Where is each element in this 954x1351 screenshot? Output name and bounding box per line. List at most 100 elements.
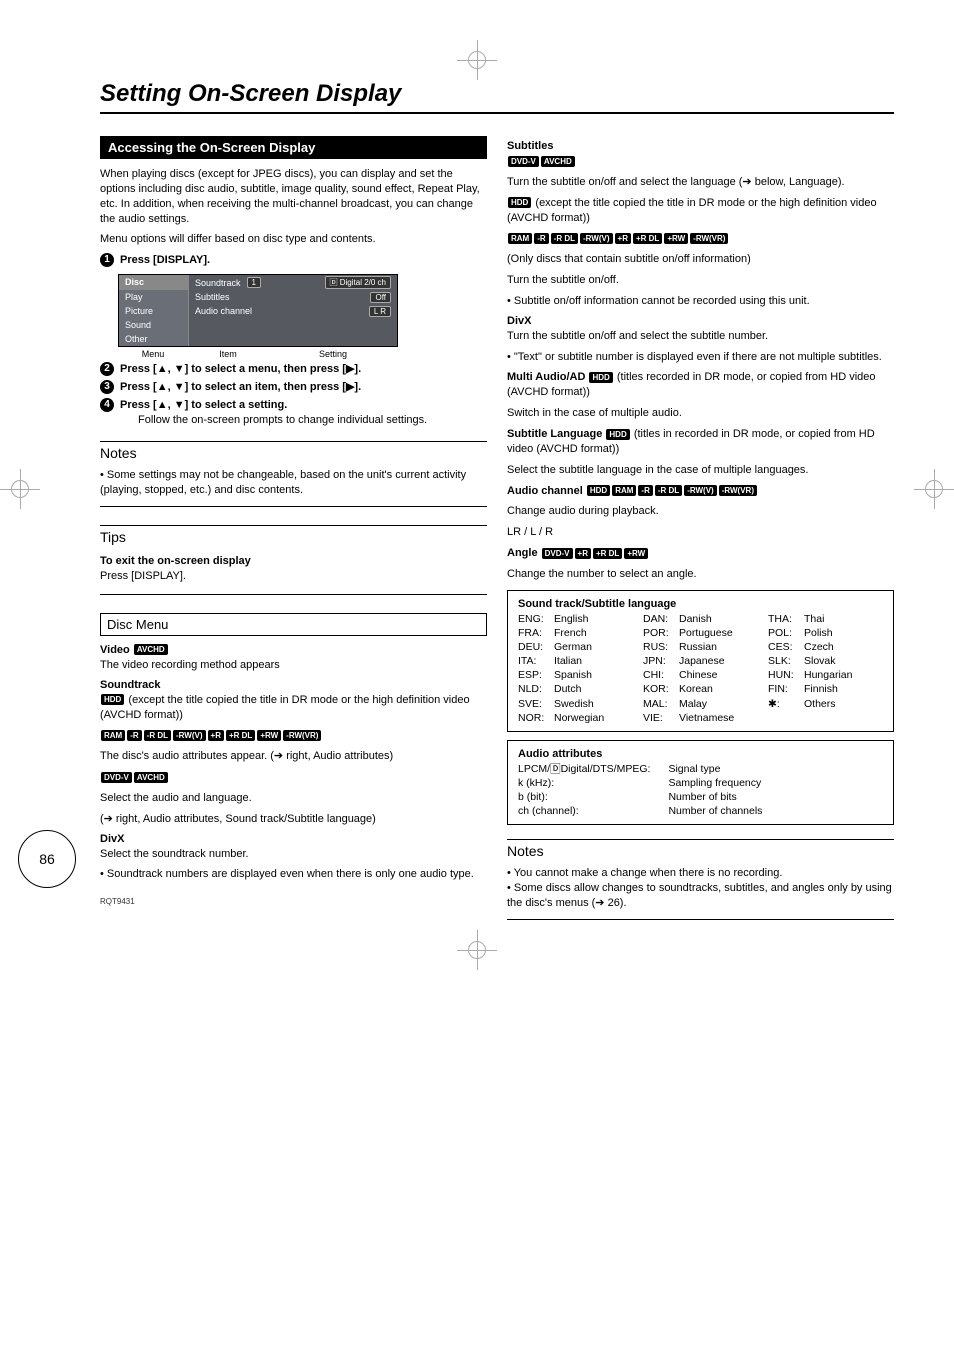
divx-line-1-left: Select the soundtrack number. [100, 847, 487, 862]
audio-attr-right-col: Signal typeSampling frequencyNumber of b… [668, 762, 762, 819]
left-column: Accessing the On-Screen Display When pla… [100, 136, 487, 938]
disc-format-tag: -RW(VR) [690, 233, 728, 244]
multi-audio-block: Multi Audio/AD HDD (titles recorded in D… [507, 370, 894, 400]
disc-format-tag: -R [638, 485, 652, 496]
subtitles-line-2: (Only discs that contain subtitle on/off… [507, 252, 894, 267]
angle-line-1: Change the number to select an angle. [507, 567, 894, 582]
soundtrack-crossref-line: (➔ right, Audio attributes, Sound track/… [100, 812, 487, 827]
disc-format-tag: +RW [624, 548, 648, 559]
disc-format-tag: +RW [664, 233, 688, 244]
language-row: ITA:Italian [518, 654, 633, 668]
osd-menu-other: Other [119, 332, 189, 346]
osd-soundtrack-label: Soundtrack [195, 278, 241, 288]
disc-format-tag: DVD-V [508, 156, 539, 167]
osd-subtitles-value: Off [370, 292, 391, 303]
step-number-2-icon: 2 [100, 362, 114, 376]
tips-header: Tips [100, 526, 487, 548]
disc-format-tag: +R DL [593, 548, 622, 559]
disc-format-tag: -RW(VR) [719, 485, 757, 496]
osd-soundtrack-format: 🄳 Digital 2/0 ch [325, 276, 391, 289]
tag-avchd: AVCHD [134, 644, 168, 655]
footer-code: RQT9431 [100, 897, 135, 906]
disc-format-tag: -R [127, 730, 141, 741]
tag-hdd: HDD [101, 694, 124, 705]
disc-format-tag: -RW(V) [173, 730, 206, 741]
subtitles-heading: Subtitles [507, 140, 894, 152]
subtitles-line-4: • Subtitle on/off information cannot be … [507, 294, 894, 309]
language-row: JPN:Japanese [643, 654, 758, 668]
language-column: THA:ThaiPOL:PolishCES:CzechSLK:SlovakHUN… [768, 612, 883, 725]
osd-axis-labels: Menu Item Setting [118, 349, 398, 359]
osd-audio-channel-value: L R [369, 306, 391, 317]
language-row: ✱:Others [768, 697, 883, 711]
language-row: ESP:Spanish [518, 668, 633, 682]
audio-channel-line-1: Change audio during playback. [507, 504, 894, 519]
language-row: CHI:Chinese [643, 668, 758, 682]
audio-attributes-box: Audio attributes LPCM/🄳Digital/DTS/MPEG:… [507, 740, 894, 826]
disc-format-tag: +R DL [226, 730, 255, 741]
disc-format-tag: +R [615, 233, 631, 244]
language-column: ENG:EnglishFRA:FrenchDEU:GermanITA:Itali… [518, 612, 633, 725]
disc-format-tag: -RW(V) [580, 233, 613, 244]
angle-block: Angle DVD-V+R+R DL+RW [507, 546, 894, 561]
tag-hdd-sub: HDD [508, 197, 531, 208]
divx-line-2-left: • Soundtrack numbers are displayed even … [100, 867, 487, 882]
osd-label-item: Item [188, 349, 268, 359]
subtitles-line-1: Turn the subtitle on/off and select the … [507, 175, 894, 190]
disc-format-tag: +R [208, 730, 224, 741]
step-number-4-icon: 4 [100, 398, 114, 412]
disc-format-tag: -RW(VR) [283, 730, 321, 741]
video-description: The video recording method appears [100, 658, 487, 673]
audio-attr-left-col: LPCM/🄳Digital/DTS/MPEG:k (kHz):b (bit):c… [518, 762, 650, 819]
notes-right-line-2: • Some discs allow changes to soundtrack… [507, 881, 894, 911]
audio-attributes-header: Audio attributes [518, 747, 883, 762]
osd-label-menu: Menu [118, 349, 188, 359]
right-column: Subtitles DVD-VAVCHD Turn the subtitle o… [507, 136, 894, 938]
step-3-text: Press [▲, ▼] to select an item, then pre… [120, 380, 361, 395]
step-3: 3 Press [▲, ▼] to select an item, then p… [100, 380, 487, 395]
multi-audio-switch: Switch in the case of multiple audio. [507, 406, 894, 421]
divx-heading-left: DivX [100, 833, 487, 845]
disc-format-tag: RAM [612, 485, 636, 496]
step-2-text: Press [▲, ▼] to select a menu, then pres… [120, 362, 361, 377]
subtitles-hdd-line: HDD (except the title copied the title i… [507, 196, 894, 226]
language-row: NOR:Norwegian [518, 711, 633, 725]
disc-format-tag: -R [534, 233, 548, 244]
language-table-box: Sound track/Subtitle language ENG:Englis… [507, 590, 894, 732]
audio-channel-line-2: LR / L / R [507, 525, 894, 540]
notes-box-left: Notes • Some settings may not be changea… [100, 441, 487, 507]
subtitle-language-block: Subtitle Language HDD (titles in recorde… [507, 427, 894, 457]
language-row: DEU:German [518, 640, 633, 654]
tag-hdd-sublang: HDD [606, 429, 629, 440]
osd-subtitles-label: Subtitles [195, 292, 230, 302]
notes-header-right: Notes [507, 840, 894, 862]
language-row: FIN:Finnish [768, 682, 883, 696]
osd-soundtrack-value: 1 [247, 277, 261, 288]
language-table-header: Sound track/Subtitle language [518, 597, 883, 612]
language-row: FRA:French [518, 626, 633, 640]
disc-format-tag: +RW [257, 730, 281, 741]
disc-format-tag: AVCHD [134, 772, 168, 783]
osd-menu-play: Play [119, 290, 189, 304]
tips-line-1: To exit the on-screen display [100, 554, 487, 569]
language-row: KOR:Korean [643, 682, 758, 696]
osd-panel: Disc Soundtrack 1 🄳 Digital 2/0 ch Play … [118, 274, 398, 347]
step-4-followup: Follow the on-screen prompts to change i… [138, 414, 427, 426]
language-row: HUN:Hungarian [768, 668, 883, 682]
language-row: NLD:Dutch [518, 682, 633, 696]
language-row: POL:Polish [768, 626, 883, 640]
disc-format-tag: +R [575, 548, 591, 559]
step-number-3-icon: 3 [100, 380, 114, 394]
disc-format-tag: RAM [508, 233, 532, 244]
disc-format-tag: HDD [587, 485, 610, 496]
osd-audio-channel-label: Audio channel [195, 306, 252, 316]
language-row: THA:Thai [768, 612, 883, 626]
soundtrack-heading: Soundtrack [100, 679, 487, 691]
osd-menu-sound: Sound [119, 318, 189, 332]
soundtrack-attributes-line: The disc's audio attributes appear. (➔ r… [100, 749, 487, 764]
step-number-1-icon: 1 [100, 253, 114, 267]
tips-box: Tips To exit the on-screen display Press… [100, 525, 487, 595]
language-grid: ENG:EnglishFRA:FrenchDEU:GermanITA:Itali… [518, 612, 883, 725]
audio-channel-block: Audio channel HDDRAM-R-R DL-RW(V)-RW(VR) [507, 484, 894, 499]
language-column: DAN:DanishPOR:PortugueseRUS:RussianJPN:J… [643, 612, 758, 725]
